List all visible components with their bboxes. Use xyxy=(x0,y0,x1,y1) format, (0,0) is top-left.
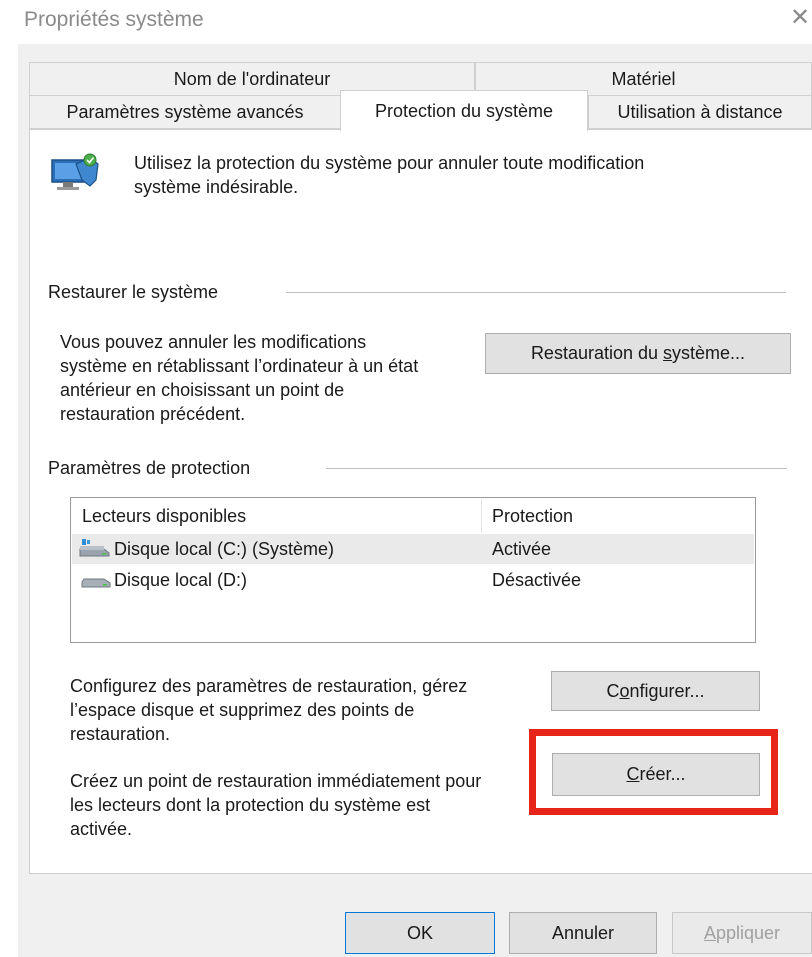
tab-system-protection[interactable]: Protection du système xyxy=(340,90,588,131)
configure-desc-line2: l’espace disque et supprimez des points … xyxy=(70,700,415,720)
restore-group-label: Restaurer le système xyxy=(48,282,219,302)
restore-group-divider xyxy=(286,292,786,293)
column-header-protection[interactable]: Protection xyxy=(492,506,573,527)
local-drive-icon xyxy=(80,573,112,589)
apply-button[interactable]: Appliquer xyxy=(672,912,812,954)
apply-button-accelerator: A xyxy=(703,922,716,943)
restore-desc-line2: système en rétablissant l’ordinateur à u… xyxy=(60,356,419,376)
tab-remote[interactable]: Utilisation à distance xyxy=(588,95,812,129)
drive-c-status: Activée xyxy=(492,539,552,559)
system-restore-button-label-a: Restauration du xyxy=(530,343,664,363)
configure-button[interactable]: Co nfigurer... xyxy=(551,671,760,711)
drive-c-name[interactable]: Disque local (C:) (Système) xyxy=(114,538,334,561)
protection-group-divider xyxy=(326,468,787,469)
tab-advanced[interactable]: Paramètres système avancés xyxy=(29,95,341,129)
system-restore-button[interactable]: Restauration du s ystème... xyxy=(485,333,791,374)
configure-desc-line3: restauration. xyxy=(70,724,171,744)
system-drive-icon xyxy=(78,538,110,558)
cancel-button[interactable]: Annuler xyxy=(509,912,657,954)
column-separator xyxy=(481,499,482,533)
restore-desc-line3: antérieur en choisissant un point de xyxy=(60,380,345,400)
restore-desc-line1: Vous pouvez annuler les modifications xyxy=(60,332,367,352)
configure-desc-line1: Configurez des paramètres de restauratio… xyxy=(70,676,468,696)
create-button-highlight-box xyxy=(529,729,778,815)
intro-text-line2: système indésirable. xyxy=(134,177,299,197)
create-desc-line2: les lecteurs dont la protection du systè… xyxy=(70,795,431,815)
system-protection-shield-icon xyxy=(46,150,100,200)
close-icon[interactable]: ✕ xyxy=(790,6,810,30)
create-desc-line3: activée. xyxy=(70,819,133,839)
system-restore-button-label-b: ystème... xyxy=(672,343,746,363)
column-header-drives[interactable]: Lecteurs disponibles xyxy=(82,506,246,527)
restore-desc-line4: restauration précédent. xyxy=(60,404,246,424)
create-desc-line1: Créez un point de restauration immédiate… xyxy=(70,771,482,791)
configure-button-label-b: nfigurer... xyxy=(629,680,705,701)
apply-button-label: ppliquer xyxy=(715,922,781,943)
protection-group-label: Paramètres de protection xyxy=(48,458,251,478)
ok-button[interactable]: OK xyxy=(345,912,495,954)
drive-d-name[interactable]: Disque local (D:) xyxy=(114,569,247,592)
configure-button-label-a: C xyxy=(606,680,620,701)
window-title: Propriétés système xyxy=(24,8,204,31)
drive-d-status: Désactivée xyxy=(492,570,582,590)
system-restore-button-accelerator: s xyxy=(663,343,673,363)
configure-button-accelerator: o xyxy=(619,680,630,701)
intro-text-line1: Utilisez la protection du système pour a… xyxy=(134,153,645,173)
